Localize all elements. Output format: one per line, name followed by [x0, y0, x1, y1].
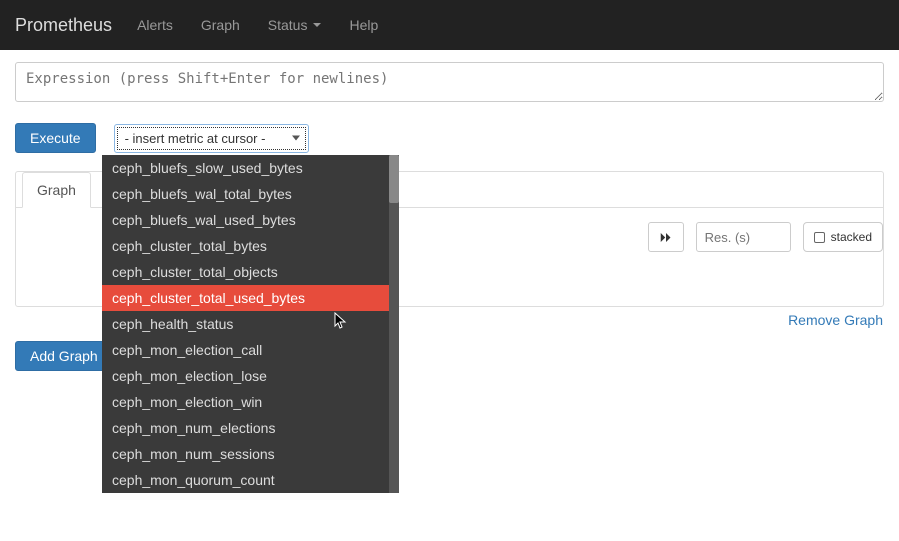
nav-status-label: Status [268, 17, 308, 33]
metric-option[interactable]: ceph_health_status [102, 311, 389, 337]
checkbox-icon [814, 232, 825, 243]
metric-option[interactable]: ceph_cluster_total_bytes [102, 233, 389, 259]
resolution-input[interactable] [696, 222, 791, 252]
add-graph-button[interactable]: Add Graph [15, 341, 113, 371]
execute-button[interactable]: Execute [15, 123, 96, 153]
metric-select[interactable]: - insert metric at cursor - [114, 124, 309, 153]
metric-option[interactable]: ceph_mon_election_lose [102, 363, 389, 389]
scrollbar-thumb[interactable] [389, 155, 399, 203]
brand-link[interactable]: Prometheus [15, 15, 112, 36]
stacked-toggle[interactable]: stacked [803, 222, 883, 252]
caret-down-icon [313, 23, 321, 27]
nav-alerts[interactable]: Alerts [137, 17, 173, 33]
navbar: Prometheus Alerts Graph Status Help [0, 0, 899, 50]
metric-option[interactable]: ceph_cluster_total_used_bytes [102, 285, 389, 311]
metric-option[interactable]: ceph_mon_num_sessions [102, 441, 389, 467]
metric-dropdown-list: ceph_bluefs_slow_used_bytesceph_bluefs_w… [102, 155, 389, 493]
expression-input[interactable] [15, 62, 884, 102]
metric-option[interactable]: ceph_bluefs_slow_used_bytes [102, 155, 389, 181]
scrollbar[interactable] [389, 155, 399, 493]
nav-status[interactable]: Status [268, 17, 322, 33]
stacked-label: stacked [831, 230, 872, 244]
metric-select-wrap: - insert metric at cursor - [114, 124, 309, 153]
metric-option[interactable]: ceph_mon_num_elections [102, 415, 389, 441]
execute-row: Execute - insert metric at cursor - [15, 123, 884, 153]
fast-forward-icon [660, 232, 672, 243]
nav-help[interactable]: Help [349, 17, 378, 33]
metric-option[interactable]: ceph_bluefs_wal_used_bytes [102, 207, 389, 233]
metric-option[interactable]: ceph_mon_election_win [102, 389, 389, 415]
metric-option[interactable]: ceph_mon_quorum_count [102, 467, 389, 493]
nav-graph[interactable]: Graph [201, 17, 240, 33]
metric-option[interactable]: ceph_cluster_total_objects [102, 259, 389, 285]
remove-graph-link[interactable]: Remove Graph [788, 312, 883, 328]
tab-graph[interactable]: Graph [22, 172, 91, 208]
time-forward-button[interactable] [648, 222, 684, 252]
metric-dropdown: ceph_bluefs_slow_used_bytesceph_bluefs_w… [102, 155, 399, 493]
metric-option[interactable]: ceph_bluefs_wal_total_bytes [102, 181, 389, 207]
metric-option[interactable]: ceph_mon_election_call [102, 337, 389, 363]
